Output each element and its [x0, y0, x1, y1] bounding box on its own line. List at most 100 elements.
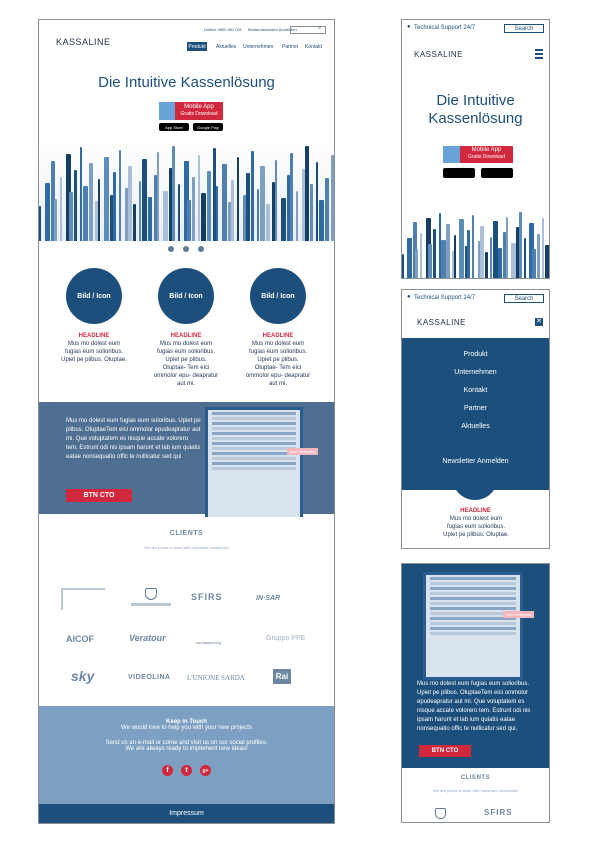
pencil-graphic — [139, 181, 142, 241]
support-icon: ● — [407, 24, 411, 30]
pencil-graphic — [427, 244, 432, 278]
mobile-app-badge[interactable]: Mobile App Gratis Download — [443, 146, 513, 163]
nav-item-kontakt[interactable]: Kontakt — [305, 44, 322, 50]
feature-icon — [452, 470, 498, 500]
menu-item-produkt[interactable]: Produkt — [402, 351, 549, 358]
menu-item-kontakt[interactable]: Kontakt — [402, 387, 549, 394]
pencil-graphic — [245, 172, 250, 241]
client-logo-ppe: Gruppo PPE — [266, 635, 306, 642]
pencil-graphic — [118, 149, 121, 241]
hero-title-line1: Die Intuitive — [436, 92, 515, 109]
google-play-button[interactable] — [481, 168, 513, 178]
mobile-mockup-menu: ● Technical Support 24/7 Search KASSALIN… — [401, 289, 550, 549]
mobile-menu — [402, 338, 549, 490]
pencil-graphic — [325, 177, 330, 241]
support-icon: ● — [407, 294, 411, 300]
mobile-mockup-home: ● Technical Support 24/7 Search KASSALIN… — [401, 19, 550, 279]
pencil-graphic — [216, 186, 218, 241]
cta-button[interactable]: BTN CTO — [66, 489, 132, 502]
client-logo-unione-sarda: L'UNIONE SARDA — [187, 674, 245, 682]
pencil-graphic — [148, 197, 153, 241]
slider-dot[interactable] — [183, 246, 189, 252]
feature-headline: HEADLINE — [262, 333, 294, 339]
google-plus-icon[interactable]: g+ — [200, 765, 211, 776]
close-icon[interactable]: ✕ — [535, 318, 543, 326]
contact-line3: We are always ready to implement new ide… — [125, 746, 248, 752]
pencil-graphic — [304, 146, 309, 241]
clients-subtitle: We are proud to work with important comp… — [433, 788, 518, 793]
pencil-graphic — [157, 152, 159, 241]
pencil-graphic — [186, 199, 191, 241]
pencil-graphic — [544, 244, 549, 278]
pencil-graphic — [433, 228, 437, 278]
mobile-app-badge[interactable]: Mobile App Gratis Download — [159, 102, 223, 120]
logo[interactable]: KASSALINE — [414, 50, 463, 59]
nav-item-partner[interactable]: Partner — [282, 44, 298, 50]
pencil-graphic — [201, 192, 207, 241]
pencil-graphic — [68, 192, 73, 241]
feature-headline: HEADLINE — [460, 508, 491, 514]
menu-item-aktuelles[interactable]: Aktuelles — [402, 423, 549, 430]
pencil-graphic — [230, 179, 234, 241]
app-logo-icon — [159, 102, 175, 120]
feature-text: Mus mo dolest eum fugias eum solioribus.… — [153, 341, 219, 387]
pencil-graphic — [498, 247, 503, 278]
feature-headline: HEADLINE — [170, 333, 202, 339]
twitter-icon[interactable]: t — [181, 765, 192, 776]
pencil-graphic — [466, 230, 470, 278]
pencil-graphic — [511, 243, 517, 278]
pencil-graphic — [289, 152, 293, 241]
pencil-graphic — [133, 203, 137, 241]
pencil-graphic — [505, 216, 508, 278]
logo[interactable]: KASSALINE — [417, 318, 466, 327]
cta-button[interactable]: BTN CTO — [419, 745, 471, 757]
support-text: Technical Support 24/7 — [414, 295, 476, 301]
pencil-graphic — [440, 239, 446, 278]
available-tag: jetzt verfügbar — [503, 611, 535, 618]
pencil-graphic — [316, 162, 319, 241]
feature-text: Mus mo dolest eum fugias eum solioribus.… — [61, 341, 127, 363]
clients-title: CLIENTS — [460, 775, 491, 781]
app-store-button[interactable] — [443, 168, 475, 178]
facebook-icon[interactable]: f — [162, 765, 173, 776]
pencil-graphic — [531, 249, 536, 278]
nav-item-aktuelles[interactable]: Aktuelles — [216, 44, 236, 50]
search-button[interactable]: Search — [504, 24, 544, 33]
nav-item-unternehmen[interactable]: Unternehmen — [243, 44, 273, 50]
slider-dot[interactable] — [198, 246, 204, 252]
promo-section: Mus mo dolest eum fugias eum soloribus. … — [39, 402, 334, 517]
logo[interactable]: KASSALINE — [56, 37, 111, 47]
impressum-link[interactable]: Impressum — [169, 810, 204, 817]
menu-item-partner[interactable]: Partner — [402, 405, 549, 412]
search-icon[interactable]: ⌕ — [318, 25, 321, 32]
newsletter-link[interactable]: Newsletter Anmelden — [402, 458, 549, 465]
menu-item-unternehmen[interactable]: Unternehmen — [402, 369, 549, 376]
clients-subtitle: We are proud to work with important comp… — [144, 545, 229, 550]
slider-dot[interactable] — [168, 246, 174, 252]
pencil-graphic — [53, 198, 57, 241]
client-logo-rai: Rai — [273, 669, 291, 684]
search-button[interactable]: Search — [504, 294, 544, 303]
menu-icon[interactable] — [535, 49, 543, 59]
pencil-graphic — [492, 221, 498, 278]
app-store-button[interactable]: App Store — [159, 123, 189, 131]
mobile-app-label: Mobile App — [471, 147, 502, 153]
pencil-graphic — [446, 224, 451, 278]
contact-section: Keep in Touch We would love to help you … — [39, 706, 334, 804]
pencil-graphic — [459, 219, 465, 278]
pencil-graphic — [402, 253, 404, 278]
footer: Impressum — [39, 804, 334, 823]
pencil-graphic — [44, 183, 50, 241]
hotline-text: Hotline 0800 651 001 — [204, 27, 243, 32]
promo-text: Mus mo dolest eum fugias eum soloribus. … — [66, 418, 201, 460]
mobile-mockup-promo: jetzt verfügbar Mus mo dolest eum fugias… — [401, 563, 550, 823]
google-play-button[interactable]: Google Play — [193, 123, 223, 131]
app-logo-icon — [443, 146, 460, 163]
pencil-graphic — [162, 190, 168, 241]
pencil-graphic — [251, 150, 255, 241]
pencil-graphic — [221, 163, 227, 241]
hero-image — [402, 208, 549, 278]
feature-icon: Bild / Icon — [250, 268, 306, 324]
nav-item-produkt[interactable]: Produkt — [187, 42, 207, 51]
feature-icon: Bild / Icon — [158, 268, 214, 324]
